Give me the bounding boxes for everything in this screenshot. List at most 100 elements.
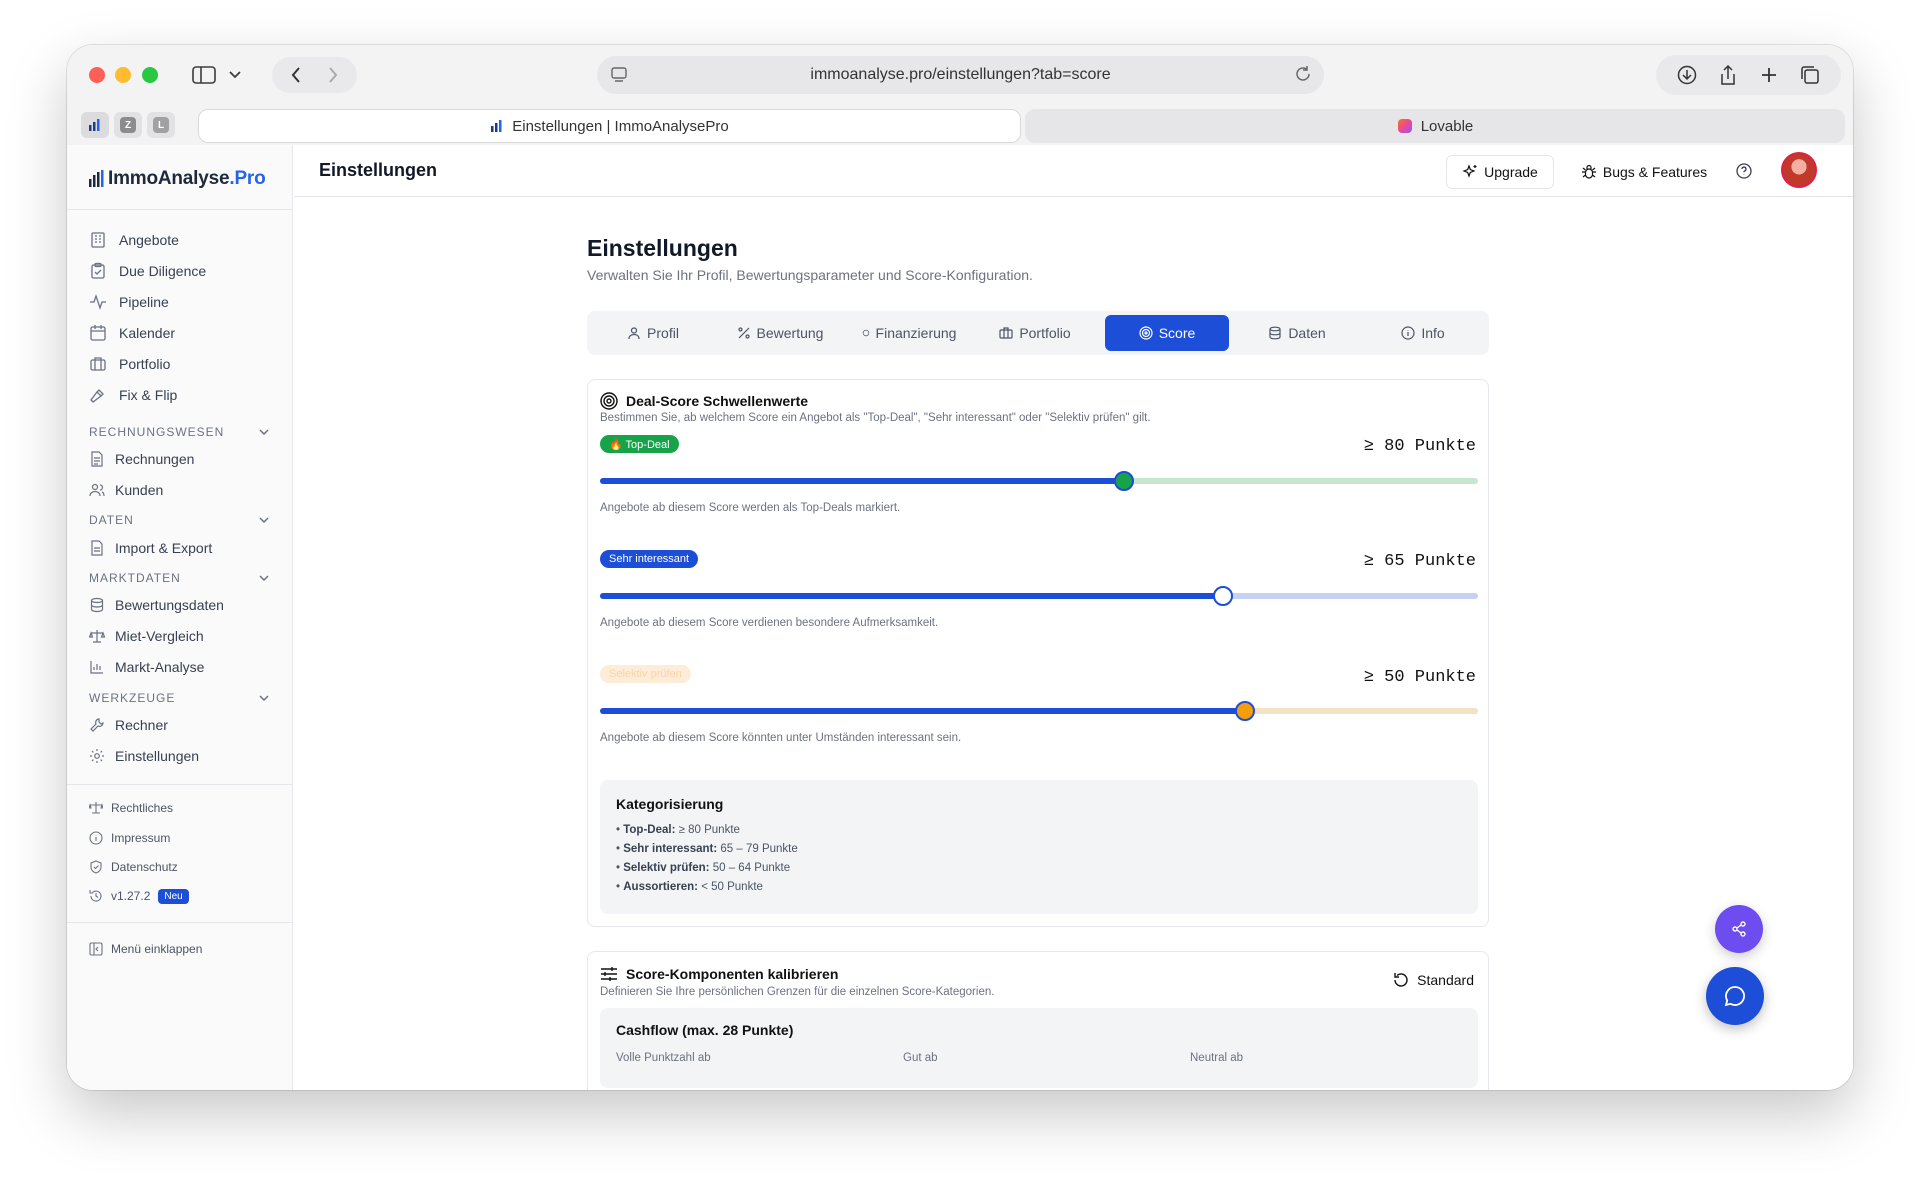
sidebar-item-angebote[interactable]: Angebote	[89, 229, 179, 251]
sidebar-item-due-diligence[interactable]: Due Diligence	[89, 260, 206, 282]
sehr-interessant-slider[interactable]	[600, 586, 1478, 606]
database-icon	[1269, 326, 1281, 340]
file-icon	[91, 540, 103, 556]
tab-bewertung[interactable]: Bewertung	[715, 315, 845, 351]
user-avatar[interactable]	[1781, 152, 1817, 188]
chevron-down-icon	[259, 429, 269, 435]
bug-icon	[1581, 164, 1596, 179]
section-marktdaten[interactable]: MARKTDATEN	[89, 571, 269, 585]
minimize-window-button[interactable]	[115, 67, 131, 83]
sidebar-item-kunden[interactable]: Kunden	[89, 480, 163, 500]
cashflow-column-label: Gut ab	[903, 1052, 938, 1064]
sidebar-item-import-export[interactable]: Import & Export	[89, 538, 212, 558]
page-settings-icon[interactable]	[610, 66, 628, 84]
sehr-interessant-note: Angebote ab diesem Score verdienen beson…	[600, 617, 939, 629]
slider-fill	[600, 708, 1246, 714]
upgrade-button[interactable]: Upgrade	[1446, 155, 1554, 189]
deal-score-card: Deal-Score Schwellenwerte Bestimmen Sie,…	[587, 379, 1489, 927]
coin-icon	[862, 329, 869, 337]
sidebar-item-pipeline[interactable]: Pipeline	[89, 291, 169, 313]
target-icon	[600, 392, 618, 410]
calendar-icon	[90, 325, 106, 341]
tab-profil[interactable]: Profil	[591, 315, 715, 351]
logo-accent: .Pro	[229, 168, 266, 189]
section-werkzeuge[interactable]: WERKZEUGE	[89, 691, 269, 705]
deal-score-description: Bestimmen Sie, ab welchem Score ein Ange…	[600, 412, 1151, 424]
file-text-icon	[91, 451, 103, 467]
cashflow-column-label: Volle Punktzahl ab	[616, 1052, 711, 1064]
collapse-menu-button[interactable]: Menü einklappen	[89, 940, 202, 958]
url-text: immoanalyse.pro/einstellungen?tab=score	[810, 66, 1111, 83]
tab-title: Einstellungen | ImmoAnalysePro	[512, 117, 729, 135]
tab-portfolio[interactable]: Portfolio	[973, 315, 1097, 351]
sidebar-item-kalender[interactable]: Kalender	[89, 322, 175, 344]
footer-link-impressum[interactable]: Impressum	[89, 829, 170, 847]
share-fab-button[interactable]	[1715, 905, 1763, 953]
sidebar-item-markt-analyse[interactable]: Markt-Analyse	[89, 657, 204, 677]
reload-icon[interactable]	[1294, 65, 1312, 83]
pinned-tab-l[interactable]: L	[147, 112, 175, 138]
browser-tab-lovable[interactable]: Lovable	[1025, 109, 1845, 143]
chat-fab-button[interactable]	[1706, 967, 1764, 1025]
shield-icon	[90, 860, 102, 874]
cashflow-section: Cashflow (max. 28 Punkte) Volle Punktzah…	[600, 1008, 1478, 1088]
sidebar-item-rechnungen[interactable]: Rechnungen	[89, 449, 194, 469]
slider-thumb[interactable]	[1212, 586, 1233, 606]
divider	[67, 209, 293, 210]
download-icon[interactable]	[1677, 65, 1697, 85]
share-icon[interactable]	[1719, 64, 1737, 86]
chevron-down-icon	[229, 71, 241, 79]
tab-finanzierung[interactable]: Finanzierung	[845, 315, 973, 351]
cashflow-column-label: Neutral ab	[1190, 1052, 1244, 1064]
database-icon	[90, 597, 104, 613]
section-rechnungswesen[interactable]: RECHNUNGSWESEN	[89, 425, 269, 439]
cashflow-title: Cashflow (max. 28 Punkte)	[616, 1022, 794, 1038]
zoom-window-button[interactable]	[142, 67, 158, 83]
back-arrow-icon[interactable]	[290, 66, 302, 84]
footer-link-datenschutz[interactable]: Datenschutz	[89, 858, 178, 876]
slider-thumb[interactable]	[1235, 701, 1256, 721]
sidebar-item-einstellungen[interactable]: Einstellungen	[89, 746, 199, 766]
building-icon	[91, 232, 105, 248]
bugs-features-button[interactable]: Bugs & Features	[1569, 155, 1719, 189]
slider-thumb[interactable]	[1114, 471, 1135, 491]
top-deal-note: Angebote ab diesem Score werden als Top-…	[600, 502, 901, 514]
reset-standard-button[interactable]: Standard	[1393, 972, 1474, 988]
close-window-button[interactable]	[89, 67, 105, 83]
app-logo[interactable]: ImmoAnalyse .Pro	[89, 165, 266, 193]
tab-overview-icon[interactable]	[1800, 65, 1820, 85]
browser-titlebar: immoanalyse.pro/einstellungen?tab=score	[67, 45, 1853, 105]
gear-icon	[90, 749, 104, 763]
sidebar-item-portfolio[interactable]: Portfolio	[89, 353, 170, 375]
browser-tab-active[interactable]: Einstellungen | ImmoAnalysePro	[198, 109, 1021, 143]
sehr-interessant-points: ≥ 65 Punkte	[1363, 552, 1476, 571]
score-components-description: Definieren Sie Ihre persönlichen Grenzen…	[600, 986, 995, 998]
new-tab-icon[interactable]	[1760, 66, 1778, 84]
version-info[interactable]: v1.27.2 Neu	[89, 887, 189, 905]
footer-link-rechtliches[interactable]: Rechtliches	[89, 799, 173, 817]
sidebar-item-miet-vergleich[interactable]: Miet-Vergleich	[89, 626, 204, 646]
sidebar-item-fix-flip[interactable]: Fix & Flip	[89, 384, 177, 406]
history-nav	[272, 57, 357, 93]
categorization-line: • Sehr interessant: 65 – 79 Punkte	[616, 843, 798, 855]
tab-daten[interactable]: Daten	[1233, 315, 1361, 351]
bar-chart-icon	[89, 170, 104, 187]
tab-info[interactable]: Info	[1361, 315, 1485, 351]
tab-score[interactable]: Score	[1105, 315, 1229, 351]
selektiv-pruefen-slider[interactable]	[600, 701, 1478, 721]
sidebar-toggle-button[interactable]	[187, 59, 247, 91]
help-icon[interactable]	[1734, 161, 1754, 181]
scale-icon	[89, 630, 105, 643]
pinned-tab-z[interactable]: Z	[114, 112, 142, 138]
sidebar-item-bewertungsdaten[interactable]: Bewertungsdaten	[89, 595, 224, 615]
sidebar-icon	[192, 66, 216, 84]
categorization-box: Kategorisierung • Top-Deal: ≥ 80 Punkte …	[600, 780, 1478, 914]
sliders-icon	[601, 967, 617, 981]
address-bar[interactable]: immoanalyse.pro/einstellungen?tab=score	[597, 56, 1324, 94]
sidebar-item-rechner[interactable]: Rechner	[89, 715, 168, 735]
section-daten[interactable]: DATEN	[89, 513, 269, 527]
chevron-down-icon	[259, 517, 269, 523]
top-deal-slider[interactable]	[600, 471, 1478, 491]
pinned-tab-analytics[interactable]	[81, 112, 109, 138]
forward-arrow-icon[interactable]	[327, 66, 339, 84]
